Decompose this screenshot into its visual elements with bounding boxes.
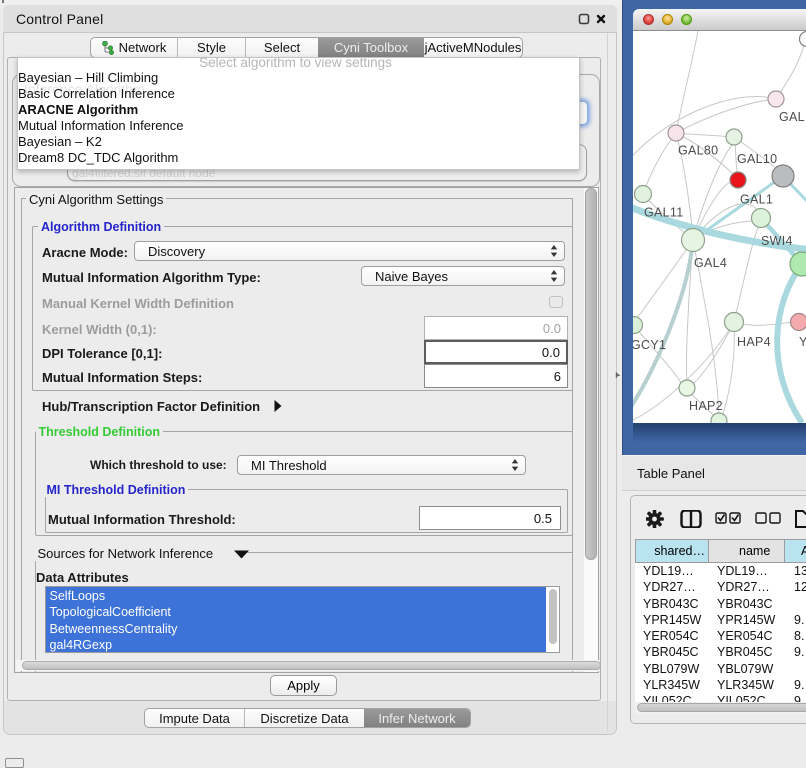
- svg-text:HAP2: HAP2: [689, 399, 723, 413]
- svg-text:GAL1: GAL1: [740, 193, 773, 207]
- svg-text:GAL: GAL: [779, 110, 805, 124]
- svg-text:Y: Y: [799, 335, 806, 349]
- svg-text:GAL11: GAL11: [644, 206, 684, 220]
- svg-text:GCY1: GCY1: [633, 338, 666, 352]
- svg-text:HAP4: HAP4: [737, 335, 771, 349]
- svg-text:SWI4: SWI4: [761, 234, 793, 248]
- svg-text:GAL4: GAL4: [694, 256, 727, 270]
- svg-text:GAL10: GAL10: [737, 152, 777, 166]
- svg-text:GAL80: GAL80: [678, 144, 718, 158]
